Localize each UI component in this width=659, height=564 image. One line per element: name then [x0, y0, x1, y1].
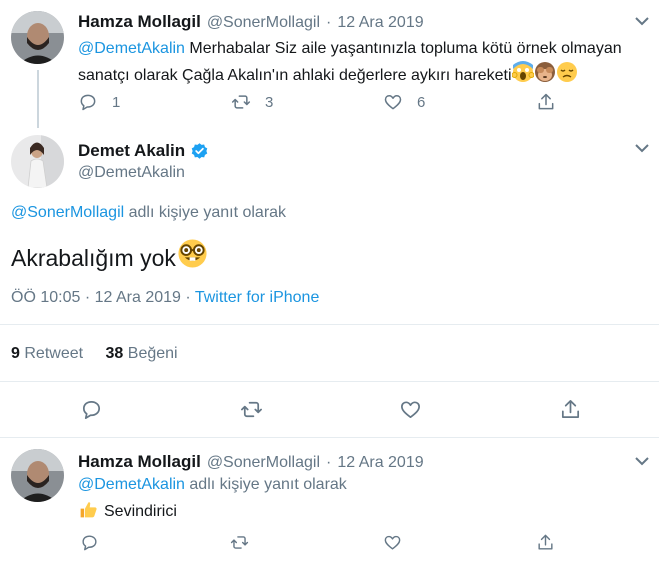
tweet-meta: ÖÖ 10:05 · 12 Ara 2019 · Twitter for iPh… [11, 289, 319, 307]
tweet-text: Sevindirici [78, 499, 177, 525]
author-handle[interactable]: @DemetAkalin [78, 164, 185, 182]
heart-icon [384, 95, 402, 110]
likes-stat[interactable]: 38 Beğeni [106, 345, 178, 362]
share-icon [538, 534, 553, 550]
screaming-face-icon [511, 61, 535, 91]
mention-link[interactable]: @DemetAkalin [78, 40, 185, 57]
share-button[interactable] [559, 398, 582, 421]
author-name[interactable]: Hamza Mollagil [78, 452, 201, 472]
retweets-label: Retweet [24, 345, 84, 362]
avatar[interactable] [11, 11, 64, 64]
see-no-evil-monkey-icon [534, 61, 556, 91]
author-name[interactable]: Demet Akalin [78, 141, 185, 161]
reply-icon [82, 535, 97, 551]
separator-dot: · [84, 289, 91, 306]
retweets-count: 9 [11, 345, 20, 362]
reply-context: @DemetAkalin adlı kişiye yanıt olarak [78, 476, 347, 494]
thread-line [37, 70, 39, 128]
reply-count: 1 [112, 93, 121, 111]
nerd-face-icon [177, 238, 208, 277]
separator-dot: · [326, 14, 332, 31]
reply-to-suffix: adlı kişiye yanıt olarak [184, 476, 347, 493]
heart-icon [384, 535, 401, 550]
tweet-source-link[interactable]: Twitter for iPhone [195, 289, 320, 306]
likes-label: Beğeni [127, 345, 178, 362]
reply-button[interactable] [80, 533, 99, 552]
reply-to-suffix: adlı kişiye yanıt olarak [124, 204, 287, 221]
share-button[interactable] [536, 92, 556, 112]
verified-badge-icon [191, 142, 208, 159]
reply-button[interactable]: 1 [78, 92, 120, 112]
chevron-down-icon[interactable] [635, 456, 649, 466]
retweet-count: 3 [265, 93, 274, 111]
like-button[interactable] [399, 398, 422, 421]
share-button[interactable] [536, 533, 555, 552]
divider [0, 381, 659, 382]
separator-dot: · [326, 454, 332, 471]
author-handle[interactable]: @SonerMollagil [207, 454, 320, 472]
chevron-down-icon[interactable] [635, 143, 649, 153]
avatar[interactable] [11, 135, 64, 188]
tweet-date[interactable]: 12 Ara 2019 [95, 289, 181, 306]
separator-dot: · [185, 289, 191, 306]
retweet-button[interactable] [230, 533, 249, 552]
tweet-text: Akrabalığım yok [11, 238, 208, 277]
engagement-stats: 9 Retweet 38 Beğeni [11, 345, 178, 363]
like-button[interactable]: 6 [383, 92, 425, 112]
tweet-date[interactable]: 12 Ara 2019 [337, 14, 423, 32]
chevron-down-icon[interactable] [635, 16, 649, 26]
heart-icon [401, 401, 420, 419]
retweets-stat[interactable]: 9 Retweet [11, 345, 83, 362]
disappointed-face-icon [556, 61, 578, 91]
tweet-text: @DemetAkalin Merhabalar Siz aile yaşantı… [78, 37, 648, 91]
divider [0, 437, 659, 438]
retweet-button[interactable] [240, 398, 263, 421]
reply-to-mention[interactable]: @DemetAkalin [78, 476, 185, 493]
author-name[interactable]: Hamza Mollagil [78, 12, 201, 32]
like-button[interactable] [383, 533, 402, 552]
divider [0, 324, 659, 325]
tweet-time[interactable]: ÖÖ 10:05 [11, 289, 80, 306]
tweet-date[interactable]: 12 Ara 2019 [337, 454, 423, 472]
reply-icon [82, 400, 101, 419]
reply-to-mention[interactable]: @SonerMollagil [11, 204, 124, 221]
like-count: 6 [417, 93, 426, 111]
author-handle[interactable]: @SonerMollagil [207, 14, 320, 32]
share-icon [561, 400, 580, 419]
tweet-body: Sevindirici [104, 503, 177, 520]
reply-context: @SonerMollagil adlı kişiye yanıt olarak [11, 204, 286, 222]
likes-count: 38 [105, 345, 124, 362]
reply-icon [80, 94, 96, 111]
retweet-icon [230, 536, 249, 549]
retweet-icon [241, 401, 262, 418]
reply-button[interactable] [80, 398, 103, 421]
avatar[interactable] [11, 449, 64, 502]
retweet-icon [231, 95, 251, 109]
share-icon [538, 93, 554, 110]
tweet-body: Akrabalığım yok [11, 244, 176, 271]
retweet-button[interactable]: 3 [231, 92, 273, 112]
thumbs-up-icon [78, 499, 99, 525]
